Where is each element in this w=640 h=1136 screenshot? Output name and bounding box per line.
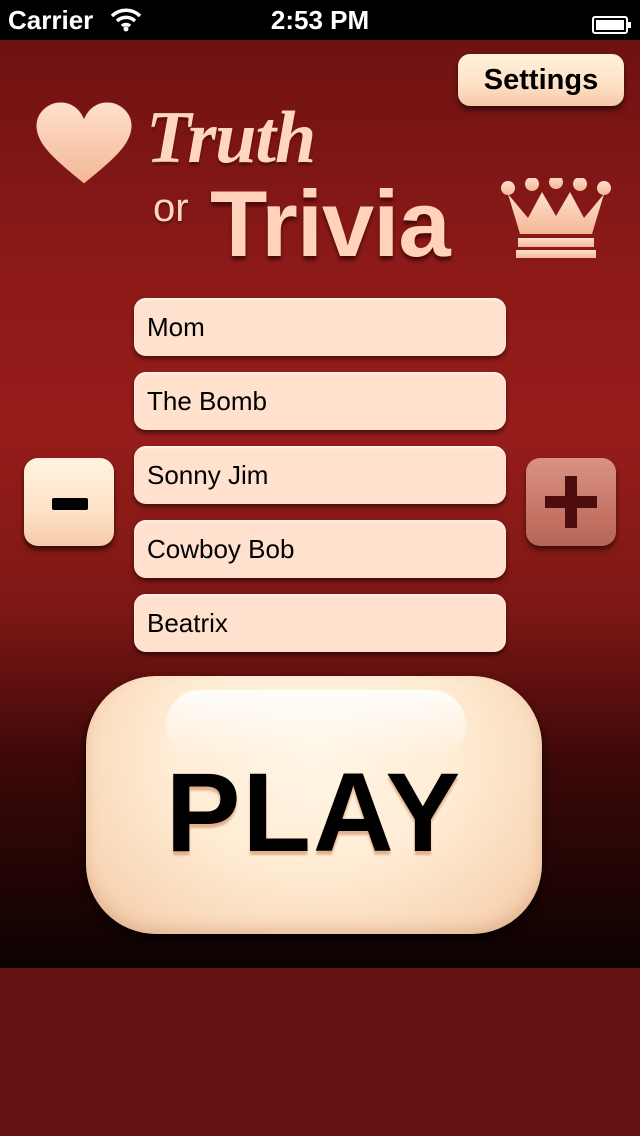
player-name-field[interactable]: Mom <box>134 298 506 356</box>
player-name-field[interactable]: The Bomb <box>134 372 506 430</box>
play-button[interactable]: PLAY <box>86 676 542 934</box>
settings-button[interactable]: Settings <box>458 54 624 106</box>
heart-icon <box>34 100 134 186</box>
logo-truth-text: Truth <box>146 97 316 179</box>
add-player-button[interactable] <box>526 458 616 546</box>
status-bar: Carrier 2:53 PM <box>0 0 640 40</box>
remove-player-button[interactable] <box>24 458 114 546</box>
minus-icon <box>52 498 88 510</box>
player-name-field[interactable]: Beatrix <box>134 594 506 652</box>
logo-trivia-text: Trivia <box>210 171 451 276</box>
footer-panel <box>0 968 640 1136</box>
clock-label: 2:53 PM <box>270 5 370 35</box>
play-button-label: PLAY <box>165 750 463 875</box>
battery-icon <box>592 10 632 34</box>
logo-or-text: or <box>153 186 189 230</box>
player-name-field[interactable]: Sonny Jim <box>134 446 506 504</box>
crown-icon <box>500 175 612 260</box>
player-name-field[interactable]: Cowboy Bob <box>134 520 506 578</box>
